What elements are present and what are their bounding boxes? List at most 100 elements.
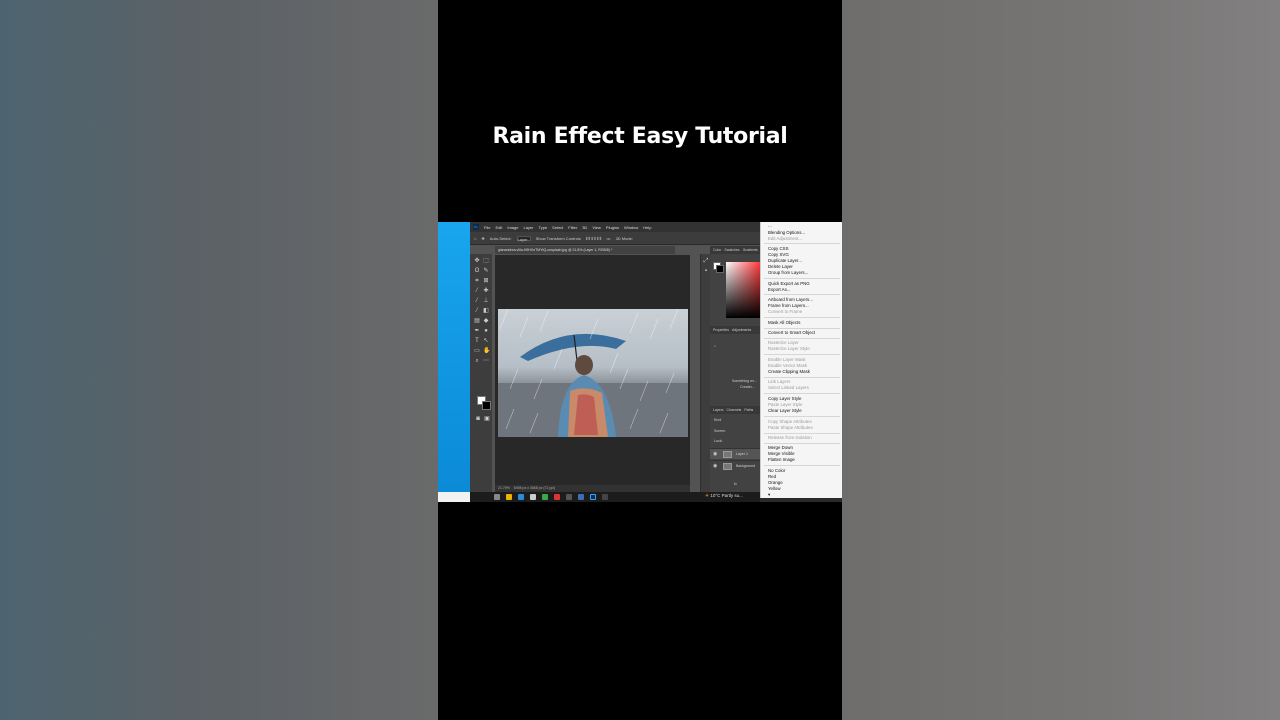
crop-icon[interactable]: ⌗ [474,278,480,284]
file-explorer-icon[interactable] [506,494,512,500]
ctx-group-from-layers[interactable]: Group from Layers... [768,270,808,275]
lasso-icon[interactable]: ʘ [474,268,480,274]
align-icons[interactable]: ⫴ ⫴ ⫴ ⫴ ⫴ ⫴ [586,236,602,241]
marquee-icon[interactable]: ⬚ [483,258,489,264]
ctx-no-color[interactable]: No Color [768,468,785,473]
menu-filter[interactable]: Filter [568,225,577,230]
gradient-icon[interactable]: ▤ [474,318,480,324]
tab-layers[interactable]: Layers [713,408,724,412]
ctx-artboard-from-layers[interactable]: Artboard from Layers... [768,297,813,302]
ctx-copy-shape-attributes[interactable]: Copy Shape Attributes [768,419,812,424]
ctx-merge-visible[interactable]: Merge Visible [768,451,795,456]
layer-filter-kind[interactable]: Kind [714,418,721,422]
history-icon[interactable]: ⤢ [703,258,709,264]
ctx-export-as[interactable]: Export As... [768,287,790,292]
app-icon[interactable] [578,494,584,500]
ctx-red[interactable]: Red [768,474,776,479]
photoshop-taskbar-icon[interactable] [590,494,596,500]
show-transform-checkbox[interactable]: Show Transform Controls [536,236,581,241]
quick-select-icon[interactable]: ✎ [483,268,489,274]
path-select-icon[interactable]: ↖ [483,338,489,344]
ctx-rasterize-layer-style[interactable]: Rasterize Layer Style [768,346,810,351]
hand-icon[interactable]: ✋ [483,348,490,354]
ctx-link-layers[interactable]: Link Layers [768,379,790,384]
auto-select-target[interactable]: Layer [516,235,531,242]
rectangle-icon[interactable]: ▭ [474,348,480,354]
ctx-yellow[interactable]: Yellow [768,486,781,491]
type-icon[interactable]: T [474,338,480,344]
ctx-rasterize-layer[interactable]: Rasterize Layer [768,340,799,345]
ctx-frame-from-layers[interactable]: Frame from Layers... [768,303,809,308]
menu-edit[interactable]: Edit [495,225,502,230]
screen-mode-icon[interactable]: ▣ [484,416,490,422]
ctx-paste-shape-attributes[interactable]: Paste Shape Attributes [768,425,813,430]
layer-name[interactable]: Layer 1 [736,452,748,456]
properties-search-icon[interactable]: ⌕ [714,344,716,348]
app-icon[interactable] [566,494,572,500]
ctx-convert-to-frame[interactable]: Convert to Frame [768,309,802,314]
fx-button[interactable]: fx [734,482,737,486]
task-view-icon[interactable] [494,494,500,500]
home-icon[interactable]: ⌂ [474,236,476,241]
weather-widget[interactable]: ☀ 10°C Partly su... [705,493,743,499]
menu-help[interactable]: Help [643,225,651,230]
healing-icon[interactable]: ✚ [483,288,489,294]
more-icon[interactable]: ••• [606,236,610,241]
menu-type[interactable]: Type [539,225,548,230]
ctx-copy-layer-style[interactable]: Copy Layer Style [768,396,801,401]
ctx-copy-svg[interactable]: Copy SVG [768,252,789,257]
ctx-enable-layer-mask[interactable]: Enable Layer Mask [768,357,806,362]
ctx-release-from-isolation[interactable]: Release from Isolation [768,435,812,440]
tab-paths[interactable]: Paths [744,408,753,412]
ctx-edit-adjustment[interactable]: Edit Adjustment... [768,236,802,241]
ctx-select-linked-layers[interactable]: Select Linked Layers [768,385,809,390]
comment-icon[interactable]: ▪ [703,268,709,274]
menu-plugins[interactable]: Plugins [606,225,619,230]
canvas-area[interactable] [495,255,690,485]
zoom-icon[interactable]: ⌕ [474,358,480,364]
auto-select-checkbox[interactable]: Auto-Select: [490,236,512,241]
ctx-mask-all-objects[interactable]: Mask All Objects [768,320,800,325]
tab-swatches[interactable]: Swatches [724,248,739,252]
ctx-merge-down[interactable]: Merge Down [768,445,793,450]
pen-icon[interactable]: ✒ [474,328,480,334]
ctx-delete-layer[interactable]: Delete Layer [768,264,793,269]
scroll-down-icon[interactable]: ▾ [768,492,770,498]
eye-icon[interactable]: ◉ [713,451,717,457]
blur-icon[interactable]: ◆ [483,318,489,324]
eye-icon[interactable]: ◉ [713,463,717,469]
tab-properties[interactable]: Properties [713,328,729,332]
menu-3d[interactable]: 3D [582,225,587,230]
menu-select[interactable]: Select [552,225,563,230]
ctx-create-clipping-mask[interactable]: Create Clipping Mask [768,369,810,374]
ctx-convert-smart-object[interactable]: Convert to Smart Object [768,330,815,335]
tab-gradients[interactable]: Gradients [743,248,758,252]
menu-layer[interactable]: Layer [523,225,533,230]
ctx-orange[interactable]: Orange [768,480,783,485]
tab-adjustments[interactable]: Adjustments [732,328,751,332]
layer-name[interactable]: Background [736,464,755,468]
move-tool-icon[interactable]: ✥ [481,236,484,241]
ctx-clear-layer-style[interactable]: Clear Layer Style [768,408,802,413]
menu-window[interactable]: Window [624,225,638,230]
ctx-quick-export[interactable]: Quick Export as PNG [768,281,810,286]
brush-icon[interactable]: ⁄ [474,298,480,304]
app-icon[interactable] [602,494,608,500]
ctx-copy-css[interactable]: Copy CSS [768,246,789,251]
frame-icon[interactable]: ⊠ [483,278,489,284]
ctx-flatten-image[interactable]: Flatten Image [768,457,795,462]
background-color[interactable] [482,401,491,410]
history-brush-icon[interactable]: ⁄ [474,308,480,314]
color-picker-field[interactable] [726,262,760,318]
tab-color[interactable]: Color [713,248,721,252]
more-tools-icon[interactable]: ⋯ [483,358,489,364]
edge-icon[interactable] [518,494,524,500]
move-icon[interactable]: ✥ [474,258,480,264]
document-tab[interactable]: gianandrea-villa-H9HXeTMYtQ-unsplash.jpg… [495,246,675,254]
panel-background-swatch[interactable] [716,265,724,273]
eraser-icon[interactable]: ◧ [483,308,489,314]
app-icon[interactable] [554,494,560,500]
menu-view[interactable]: View [592,225,601,230]
quick-mask-icon[interactable]: ◙ [475,416,481,422]
chrome-icon[interactable] [542,494,548,500]
